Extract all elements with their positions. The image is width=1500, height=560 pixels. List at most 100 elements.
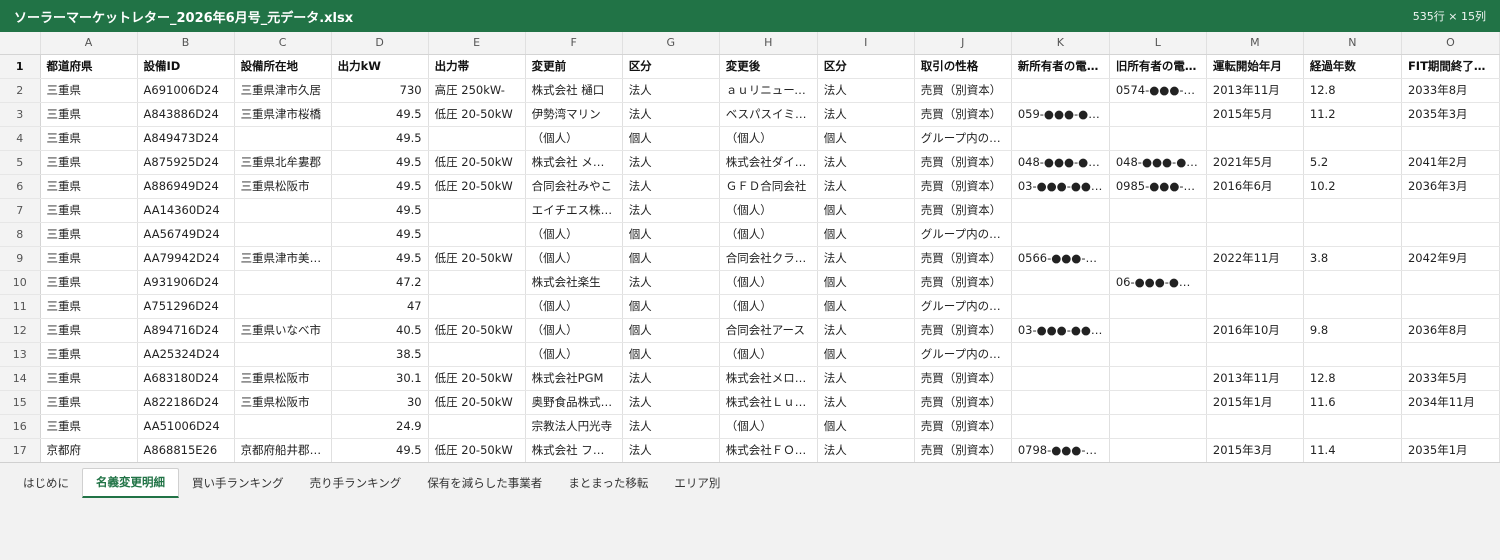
table-cell[interactable]: エイチエス株式会社 [525, 198, 623, 223]
table-cell[interactable]: 低圧 20-50kW [428, 366, 526, 391]
row-number[interactable]: 10 [0, 270, 41, 295]
table-cell[interactable]: 法人 [817, 150, 915, 175]
table-cell[interactable]: 三重県 [40, 270, 138, 295]
table-cell[interactable]: 2016年6月 [1206, 174, 1304, 199]
row-number[interactable]: 6 [0, 174, 41, 199]
table-cell[interactable]: グループ内の移動 [914, 222, 1012, 247]
table-cell[interactable]: 法人 [622, 150, 720, 175]
table-cell[interactable]: 高圧 250kW- [428, 78, 526, 103]
table-cell[interactable]: 三重県いなべ市 [234, 318, 332, 343]
table-cell[interactable]: 12.8 [1303, 366, 1402, 391]
table-cell[interactable]: 個人 [817, 294, 915, 319]
table-cell[interactable] [1011, 342, 1110, 367]
table-cell[interactable]: 059-●●●-●●●● [1011, 102, 1110, 127]
table-cell[interactable]: 京都府 [40, 438, 138, 462]
table-cell[interactable]: 株式会社 樋口 [525, 78, 623, 103]
table-cell[interactable]: （個人） [719, 198, 818, 223]
table-cell[interactable] [1109, 222, 1207, 247]
table-cell[interactable] [1303, 198, 1402, 223]
table-cell[interactable]: 2013年11月 [1206, 78, 1304, 103]
row-number[interactable]: 17 [0, 438, 41, 462]
table-cell[interactable]: 49.5 [331, 174, 429, 199]
table-cell[interactable] [1303, 270, 1402, 295]
row-number[interactable]: 3 [0, 102, 41, 127]
table-cell[interactable] [1401, 414, 1500, 439]
table-cell[interactable] [234, 126, 332, 151]
table-cell[interactable]: 個人 [817, 342, 915, 367]
table-cell[interactable]: （個人） [719, 126, 818, 151]
sheet-tab[interactable]: 売り手ランキング [297, 468, 415, 498]
table-cell[interactable]: 三重県松阪市 [234, 174, 332, 199]
table-cell[interactable]: 三重県 [40, 318, 138, 343]
table-cell[interactable]: 法人 [622, 102, 720, 127]
column-header-f[interactable]: F [525, 32, 623, 55]
table-cell[interactable]: 三重県 [40, 78, 138, 103]
sheet-tab[interactable]: 保有を減らした事業者 [414, 468, 555, 498]
table-cell[interactable] [1109, 126, 1207, 151]
table-cell[interactable]: 9.8 [1303, 318, 1402, 343]
column-header-g[interactable]: G [622, 32, 720, 55]
column-header-c[interactable]: C [234, 32, 332, 55]
table-cell[interactable]: 個人 [622, 318, 720, 343]
table-cell[interactable]: 三重県北牟婁郡 [234, 150, 332, 175]
table-cell[interactable]: 売買（別資本） [914, 102, 1012, 127]
table-cell[interactable]: 048-●●●-●●●● [1109, 150, 1207, 175]
table-cell[interactable] [1011, 270, 1110, 295]
table-cell[interactable]: 0985-●●●-●●●● [1109, 174, 1207, 199]
table-cell[interactable]: 三重県 [40, 294, 138, 319]
table-cell[interactable]: 個人 [622, 126, 720, 151]
table-cell[interactable]: 49.5 [331, 246, 429, 271]
table-cell[interactable]: 法人 [817, 438, 915, 462]
table-cell[interactable]: A683180D24 [137, 366, 235, 391]
table-cell[interactable] [1401, 270, 1500, 295]
column-title-cell[interactable]: 新所有者の電話番号 [1011, 54, 1110, 79]
column-title-cell[interactable]: 設備所在地 [234, 54, 332, 79]
column-title-cell[interactable]: 設備ID [137, 54, 235, 79]
table-cell[interactable]: 12.8 [1303, 78, 1402, 103]
table-cell[interactable]: （個人） [719, 222, 818, 247]
table-cell[interactable]: 49.5 [331, 150, 429, 175]
table-cell[interactable]: 三重県津市美里町 [234, 246, 332, 271]
table-cell[interactable]: 三重県津市久居 [234, 78, 332, 103]
table-cell[interactable] [1303, 294, 1402, 319]
table-cell[interactable]: 合同会社クラウン [719, 246, 818, 271]
table-cell[interactable]: 売買（別資本） [914, 414, 1012, 439]
table-cell[interactable]: 個人 [817, 270, 915, 295]
table-cell[interactable]: 株式会社 メデア [525, 150, 623, 175]
table-cell[interactable]: A843886D24 [137, 102, 235, 127]
table-cell[interactable]: 2013年11月 [1206, 366, 1304, 391]
corner-cell[interactable] [0, 32, 41, 55]
table-cell[interactable]: 個人 [622, 342, 720, 367]
table-cell[interactable] [1109, 438, 1207, 462]
table-cell[interactable]: 03-●●●-●●●● [1011, 174, 1110, 199]
table-cell[interactable] [1206, 414, 1304, 439]
table-cell[interactable]: 2041年2月 [1401, 150, 1500, 175]
row-number[interactable]: 12 [0, 318, 41, 343]
table-cell[interactable]: ａｕリニューアブル [719, 78, 818, 103]
table-cell[interactable]: （個人） [525, 342, 623, 367]
table-cell[interactable]: A886949D24 [137, 174, 235, 199]
table-cell[interactable]: （個人） [719, 414, 818, 439]
table-cell[interactable] [1206, 198, 1304, 223]
table-cell[interactable]: 伊勢湾マリン [525, 102, 623, 127]
table-cell[interactable] [1011, 198, 1110, 223]
table-cell[interactable]: 2034年11月 [1401, 390, 1500, 415]
table-cell[interactable]: AA51006D24 [137, 414, 235, 439]
table-cell[interactable]: 株式会社PGM [525, 366, 623, 391]
table-cell[interactable]: 47.2 [331, 270, 429, 295]
table-cell[interactable]: 30 [331, 390, 429, 415]
column-title-cell[interactable]: 旧所有者の電話番号 [1109, 54, 1207, 79]
column-header-e[interactable]: E [428, 32, 526, 55]
table-cell[interactable]: 三重県 [40, 342, 138, 367]
table-cell[interactable]: 38.5 [331, 342, 429, 367]
table-cell[interactable]: 低圧 20-50kW [428, 102, 526, 127]
table-cell[interactable] [1109, 246, 1207, 271]
table-cell[interactable]: 49.5 [331, 198, 429, 223]
table-cell[interactable] [1401, 222, 1500, 247]
table-cell[interactable]: （個人） [525, 246, 623, 271]
table-cell[interactable]: ベスパスイミング [719, 102, 818, 127]
column-header-o[interactable]: O [1401, 32, 1500, 55]
table-cell[interactable]: 売買（別資本） [914, 270, 1012, 295]
row-number[interactable]: 2 [0, 78, 41, 103]
table-cell[interactable]: 低圧 20-50kW [428, 150, 526, 175]
